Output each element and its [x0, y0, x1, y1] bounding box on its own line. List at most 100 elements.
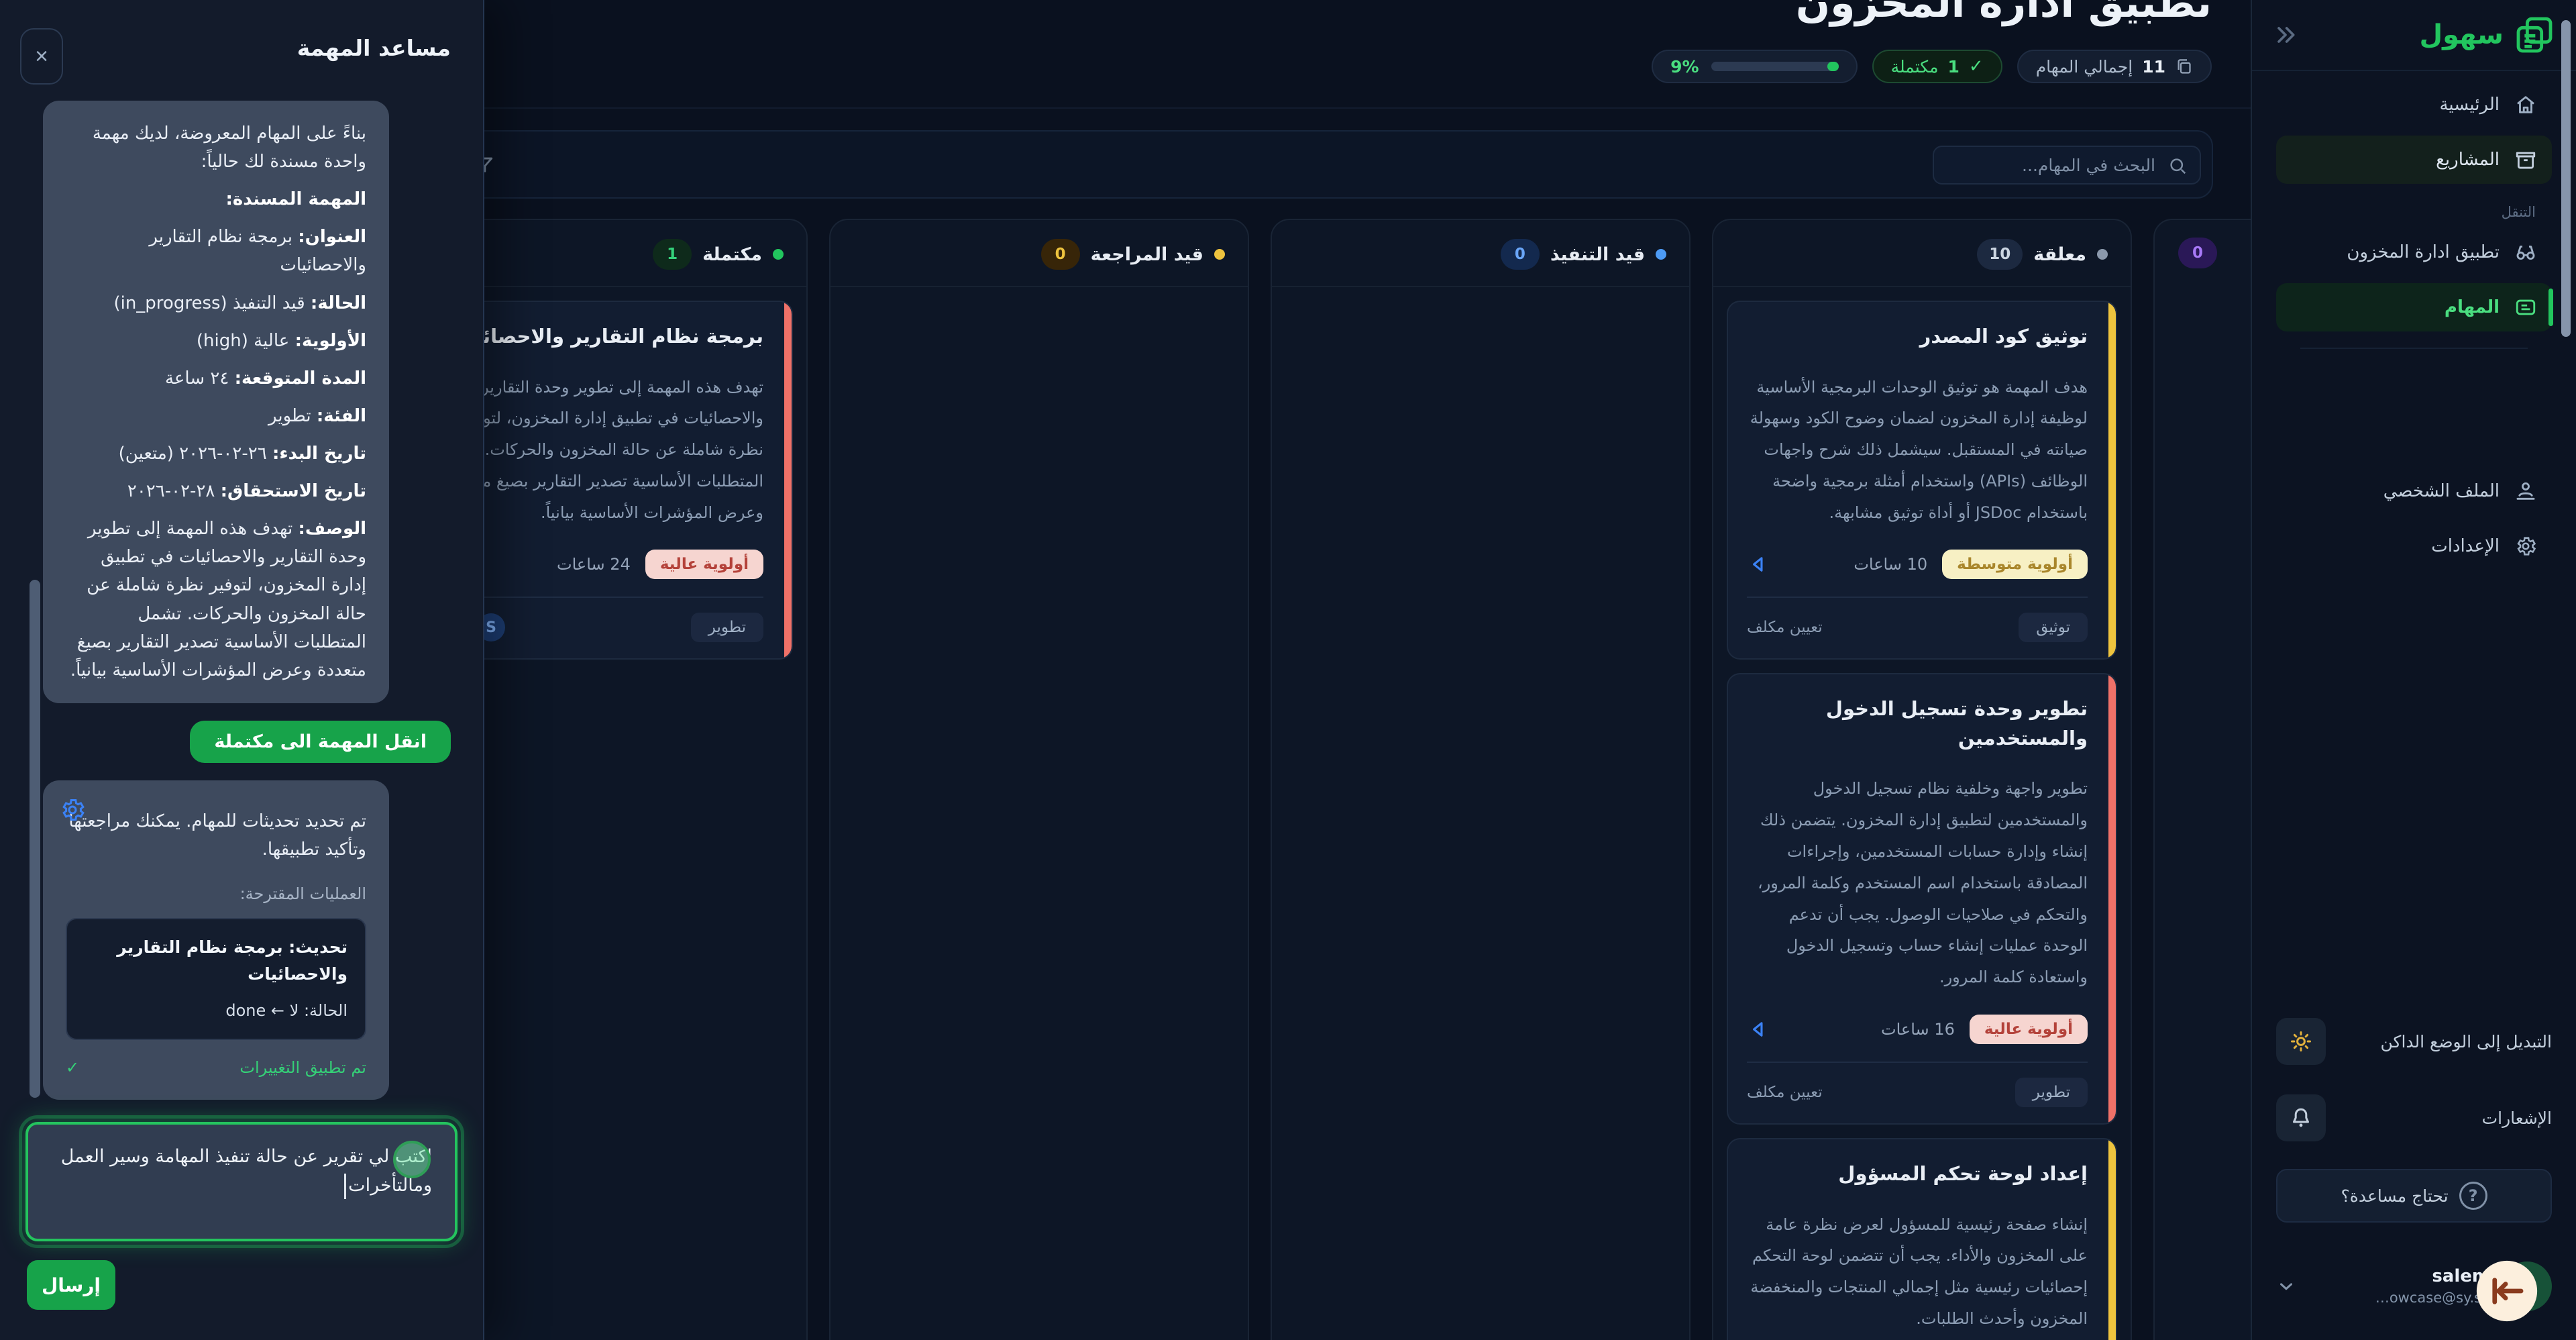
column-extra: 0 — [2153, 219, 2251, 1340]
panel-title: مساعد المهمة — [297, 35, 451, 61]
applied-note: ✓ تم تطبيق التغييرات — [66, 1055, 366, 1081]
sidebar-item-label: تطبيق ادارة المخزون — [2347, 242, 2500, 262]
column-in-review: قيد المراجعة 0 — [829, 219, 1249, 1340]
gear-icon — [59, 796, 86, 823]
sidebar-item-projects[interactable]: المشاريع — [2276, 136, 2552, 184]
home-icon — [2514, 93, 2537, 116]
column-header: قيد التنفيذ 0 — [1272, 220, 1689, 287]
question-icon: ? — [2459, 1182, 2487, 1210]
status-dot — [1214, 249, 1225, 260]
priority-bar — [784, 302, 792, 658]
sidebar-item-profile[interactable]: الملف الشخصي — [2276, 467, 2552, 515]
total-tasks-pill: 11 إجمالي المهام — [2017, 50, 2212, 83]
speak-icon[interactable] — [1747, 1018, 1770, 1041]
send-button[interactable]: إرسال — [27, 1260, 115, 1310]
sidebar-divider — [2300, 348, 2528, 349]
search-input[interactable] — [1934, 147, 2200, 183]
close-panel-button[interactable]: × — [20, 28, 63, 85]
archive-icon — [2514, 148, 2537, 171]
progress-pill: 9% — [1652, 50, 1857, 83]
completed-tasks-pill: ✓ 1 مكتملة — [1872, 50, 2002, 83]
sidebar-item-label: المشاريع — [2436, 150, 2500, 170]
column-pending: معلقة 10 توثيق كود المصدر هدف المهمة هو … — [1712, 219, 2132, 1340]
profile-icon — [2514, 480, 2537, 503]
task-title: إعداد لوحة تحكم المسؤول — [1747, 1159, 2088, 1189]
sidebar-item-label: الملف الشخصي — [2383, 481, 2500, 501]
column-name: قيد المراجعة — [1091, 244, 1203, 265]
binoculars-icon — [2514, 241, 2537, 264]
assign-action[interactable]: تعيين مكلف — [1747, 1084, 1823, 1101]
progress-bar-fill — [1827, 62, 1839, 71]
chevron-down-icon — [2276, 1276, 2296, 1296]
chat-input[interactable]: اكتب لي تقرير عن حالة تنفيذ المهامة وسير… — [25, 1122, 458, 1241]
task-card[interactable]: توثيق كود المصدر هدف المهمة هو توثيق الو… — [1727, 301, 2117, 660]
progress-percent: 9% — [1670, 57, 1699, 76]
notifications-row: الإشعارات — [2276, 1091, 2552, 1145]
status-dot — [1656, 249, 1666, 260]
column-count: 0 — [1501, 239, 1540, 270]
chat-input-value: اكتب لي تقرير عن حالة تنفيذ المهامة وسير… — [61, 1146, 432, 1196]
column-header: قيد المراجعة 0 — [830, 220, 1248, 287]
priority-bar — [2108, 674, 2116, 1123]
active-indicator — [2548, 289, 2553, 326]
sidebar-item-inventory-app[interactable]: تطبيق ادارة المخزون — [2276, 228, 2552, 276]
notifications-label: الإشعارات — [2482, 1109, 2552, 1128]
help-label: تحتاج مساعدة؟ — [2341, 1186, 2448, 1206]
message-heading: المهمة المسندة: — [226, 189, 366, 209]
column-count: 10 — [1977, 239, 2023, 270]
collapse-sidebar-icon[interactable] — [2272, 21, 2299, 48]
assistant-message: تم تحديد تحديثات للمهام. يمكنك مراجعتها … — [43, 780, 389, 1100]
priority-bar — [2108, 302, 2116, 658]
gear-icon — [2514, 535, 2537, 558]
message-text: بناءً على المهام المعروضة، لديك مهمة واح… — [66, 119, 366, 176]
sidebar-item-settings[interactable]: الإعدادات — [2276, 522, 2552, 570]
assistant-message: بناءً على المهام المعروضة، لديك مهمة واح… — [43, 101, 389, 703]
sidebar-item-home[interactable]: الرئيسية — [2276, 81, 2552, 129]
user-menu[interactable]: salem …owcase@sy.sa — [2276, 1249, 2552, 1323]
progress-bar — [1711, 62, 1839, 71]
status-dot — [2097, 249, 2108, 260]
sidebar-header: سهول — [2252, 0, 2576, 71]
sidebar-item-label: الرئيسية — [2439, 95, 2500, 115]
click-indicator — [393, 1141, 431, 1178]
cursor-indicator — [2475, 1259, 2539, 1323]
column-count: 0 — [1041, 239, 1080, 270]
column-count: 1 — [653, 239, 692, 270]
bell-icon — [2289, 1106, 2313, 1130]
panel-scrollbar[interactable] — [30, 580, 40, 1098]
check-icon: ✓ — [1969, 56, 1984, 76]
user-message: انقل المهمة الى مكتملة — [190, 721, 451, 763]
text-caret — [344, 1174, 346, 1199]
estimated-hours: 10 ساعات — [1854, 555, 1927, 574]
task-card[interactable]: تطوير وحدة تسجيل الدخول والمستخدمين تطوي… — [1727, 673, 2117, 1125]
total-tasks-label: إجمالي المهام — [2036, 57, 2133, 76]
priority-badge: أولوية عالية — [1970, 1015, 2088, 1044]
task-assistant-panel: × مساعد المهمة بناءً على المهام المعروضة… — [0, 0, 484, 1340]
task-title: توثيق كود المصدر — [1747, 322, 2088, 352]
suggested-operation: تحديث: برمجة نظام التقارير والاحصائيات ا… — [66, 918, 366, 1040]
status-dot — [773, 249, 784, 260]
assign-action[interactable]: تعيين مكلف — [1747, 619, 1823, 636]
close-icon: × — [35, 44, 48, 70]
sidebar-item-tasks[interactable]: المهام — [2276, 283, 2552, 331]
total-tasks-value: 11 — [2142, 57, 2165, 76]
dark-mode-label: التبديل إلى الوضع الداكن — [2381, 1032, 2552, 1051]
theme-toggle-button[interactable] — [2276, 1018, 2326, 1065]
task-description: إنشاء صفحة رئيسية للمسؤول لعرض نظرة عامة… — [1747, 1209, 2088, 1335]
task-card[interactable]: إعداد لوحة تحكم المسؤول إنشاء صفحة رئيسي… — [1727, 1138, 2117, 1340]
priority-badge: أولوية متوسطة — [1942, 550, 2088, 579]
window-scrollbar[interactable] — [2561, 20, 2571, 337]
speak-icon[interactable] — [1747, 553, 1770, 576]
dark-mode-row: التبديل إلى الوضع الداكن — [2276, 1015, 2552, 1068]
estimated-hours: 24 ساعات — [557, 555, 631, 574]
brand: سهول — [2419, 13, 2556, 56]
category-tag: تطوير — [691, 613, 763, 642]
sidebar: سهول الرئيسية المشاريع التنقل — [2251, 0, 2576, 1340]
chat-messages: بناءً على المهام المعروضة، لديك مهمة واح… — [43, 101, 451, 1114]
column-name: قيد التنفيذ — [1550, 244, 1645, 265]
column-in-progress: قيد التنفيذ 0 — [1271, 219, 1690, 1340]
notifications-button[interactable] — [2276, 1094, 2326, 1141]
help-button[interactable]: ? تحتاج مساعدة؟ — [2276, 1169, 2552, 1223]
completed-tasks-value: 1 — [1947, 57, 1959, 76]
tasks-icon — [2514, 296, 2537, 319]
